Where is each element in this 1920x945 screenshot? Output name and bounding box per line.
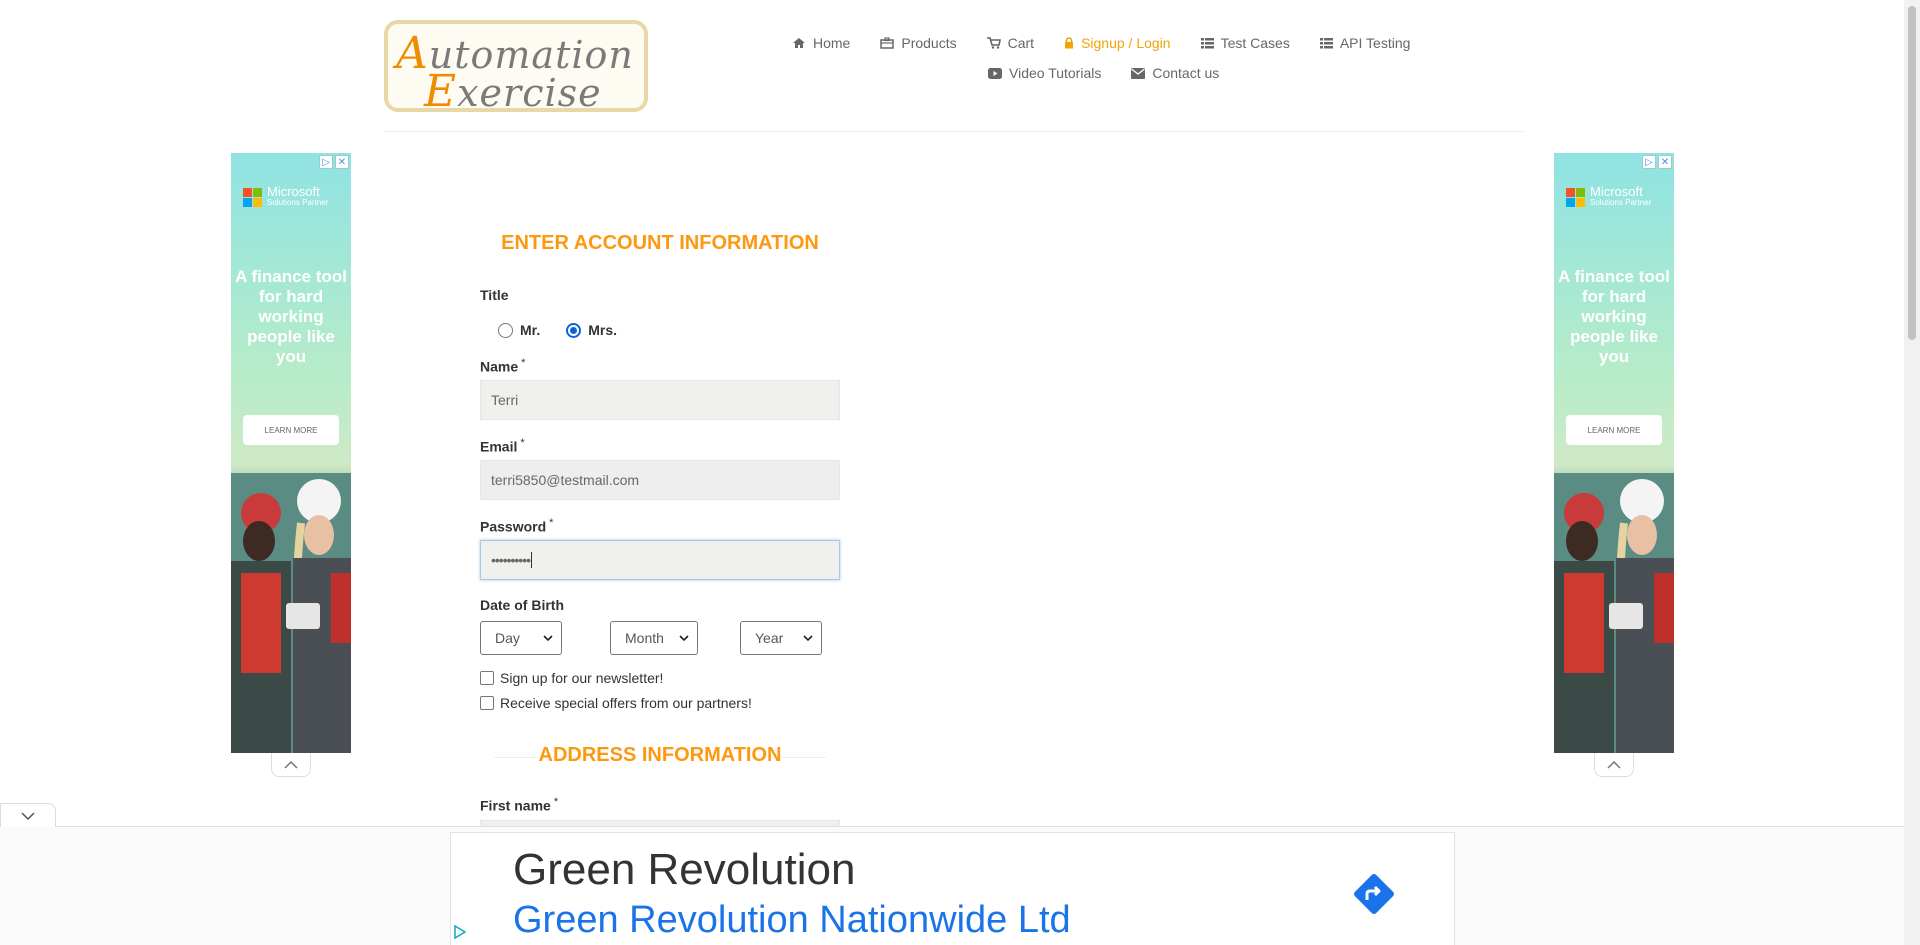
cart-icon: [986, 37, 1001, 49]
side-ad-right-collapse[interactable]: [1594, 753, 1634, 777]
nav-label: API Testing: [1339, 35, 1411, 51]
scrollbar-thumb[interactable]: [1908, 6, 1916, 340]
nav-item-signup-login[interactable]: Signup / Login: [1064, 35, 1171, 51]
close-icon[interactable]: ✕: [1658, 155, 1672, 169]
name-input[interactable]: Terri: [480, 380, 840, 420]
chevron-down-icon: [679, 635, 689, 641]
directions-arrow-icon[interactable]: [1349, 869, 1399, 919]
ad-tagline: A finance tool for hard working people l…: [1558, 267, 1670, 366]
radio-mrs[interactable]: [566, 322, 582, 338]
dob-year-value: Year: [755, 630, 784, 646]
dob-month-select[interactable]: Month: [610, 621, 698, 655]
newsletter-label: Sign up for our newsletter!: [500, 670, 664, 686]
microsoft-logo: Microsoft Solutions Partner: [1566, 185, 1651, 208]
ad-people-image: [231, 473, 351, 753]
nav-item-cart[interactable]: Cart: [986, 35, 1035, 51]
adchoices-icon[interactable]: ▷: [1642, 155, 1656, 169]
ad-brand: Microsoft: [267, 184, 320, 199]
nav-label: Signup / Login: [1081, 35, 1171, 51]
nav-label: Products: [901, 35, 957, 51]
adchoices-icon[interactable]: [453, 925, 467, 939]
adchoices-icon[interactable]: ▷: [319, 155, 333, 169]
lock-icon: [1064, 37, 1074, 49]
list-icon: [1200, 37, 1214, 49]
windows-logo-icon: [243, 188, 262, 207]
ad-people-image: [1554, 473, 1674, 753]
chevron-down-icon: [21, 811, 35, 820]
nav-item-video-tutorials[interactable]: Video Tutorials: [988, 65, 1101, 81]
offers-checkbox[interactable]: [480, 696, 494, 710]
email-label: Email *: [480, 437, 525, 455]
title-option-mr[interactable]: Mr.: [498, 322, 540, 338]
title-option-label: Mr.: [520, 322, 541, 338]
anchor-ad[interactable]: Green Revolution Green Revolution Nation…: [450, 832, 1455, 945]
dob-month-value: Month: [625, 630, 664, 646]
dob-day-value: Day: [495, 630, 520, 646]
page-scrollbar[interactable]: [1904, 0, 1920, 945]
name-label: Name *: [480, 357, 526, 375]
chevron-down-icon: [803, 635, 813, 641]
logo-line-2: Exercise: [424, 66, 602, 112]
side-ad-right[interactable]: ▷ ✕ Microsoft Solutions Partner A finance…: [1554, 153, 1674, 753]
ad-brand-sub: Solutions Partner: [267, 198, 329, 207]
microsoft-logo: Microsoft Solutions Partner: [243, 185, 328, 208]
offers-label: Receive special offers from our partners…: [500, 695, 752, 711]
password-label: Password *: [480, 517, 554, 535]
close-icon[interactable]: ✕: [335, 155, 349, 169]
title-option-mrs[interactable]: Mrs.: [566, 322, 617, 338]
nav-item-home[interactable]: Home: [792, 35, 850, 51]
side-ad-left-collapse[interactable]: [271, 753, 311, 777]
address-info-title: ADDRESS INFORMATION: [538, 744, 782, 766]
nav-item-contact-us[interactable]: Contact us: [1131, 65, 1219, 81]
chevron-down-icon: [543, 635, 553, 641]
dob-day-select[interactable]: Day: [480, 621, 562, 655]
nav-row-2: Video Tutorials Contact us: [780, 58, 1440, 88]
first-name-label: First name *: [480, 796, 559, 814]
nav-item-api-testing[interactable]: API Testing: [1319, 35, 1411, 51]
email-input[interactable]: terri5850@testmail.com: [480, 460, 840, 500]
title-label: Title: [480, 287, 509, 303]
site-logo[interactable]: Automation Exercise: [384, 20, 648, 112]
home-icon: [792, 37, 806, 49]
nav-label: Video Tutorials: [1009, 65, 1102, 81]
anchor-ad-toggle[interactable]: [0, 803, 56, 827]
account-info-title: ENTER ACCOUNT INFORMATION: [501, 232, 819, 254]
ad-controls: ▷ ✕: [319, 155, 349, 169]
nav-item-test-cases[interactable]: Test Cases: [1200, 35, 1290, 51]
ad-brand: Microsoft: [1590, 184, 1643, 199]
ad-controls: ▷ ✕: [1642, 155, 1672, 169]
learn-more-button[interactable]: LEARN MORE: [1566, 415, 1662, 445]
dob-label: Date of Birth: [480, 597, 564, 613]
learn-more-button[interactable]: LEARN MORE: [243, 415, 339, 445]
ad-brand-sub: Solutions Partner: [1590, 198, 1652, 207]
nav-item-products[interactable]: Products: [880, 35, 957, 51]
windows-logo-icon: [1566, 188, 1585, 207]
header-divider: [384, 131, 1524, 132]
chevron-up-icon: [284, 760, 298, 769]
ad-tagline: A finance tool for hard working people l…: [235, 267, 347, 366]
password-input[interactable]: ••••••••••: [480, 540, 840, 580]
newsletter-option[interactable]: Sign up for our newsletter!: [480, 670, 663, 686]
title-radio-group: Mr. Mrs.: [498, 322, 617, 338]
side-ad-left[interactable]: ▷ ✕ Microsoft Solutions Partner A finance…: [231, 153, 351, 753]
offers-option[interactable]: Receive special offers from our partners…: [480, 695, 752, 711]
nav-label: Home: [813, 35, 851, 51]
dob-year-select[interactable]: Year: [740, 621, 822, 655]
title-option-label: Mrs.: [588, 322, 618, 338]
youtube-icon: [988, 67, 1002, 79]
nav-label: Cart: [1007, 35, 1035, 51]
chevron-up-icon: [1607, 760, 1621, 769]
nav-label: Test Cases: [1220, 35, 1290, 51]
list-icon: [1319, 37, 1333, 49]
main-nav: Home Products Cart Signup / Login Test C…: [780, 28, 1440, 88]
envelope-icon: [1131, 67, 1146, 79]
ad-advertiser[interactable]: Green Revolution Nationwide Ltd: [513, 899, 1071, 942]
ad-headline[interactable]: Green Revolution: [513, 845, 855, 895]
newsletter-checkbox[interactable]: [480, 671, 494, 685]
nav-label: Contact us: [1152, 65, 1220, 81]
radio-mr[interactable]: [498, 322, 513, 338]
products-icon: [880, 37, 895, 49]
nav-row-1: Home Products Cart Signup / Login Test C…: [780, 28, 1440, 58]
